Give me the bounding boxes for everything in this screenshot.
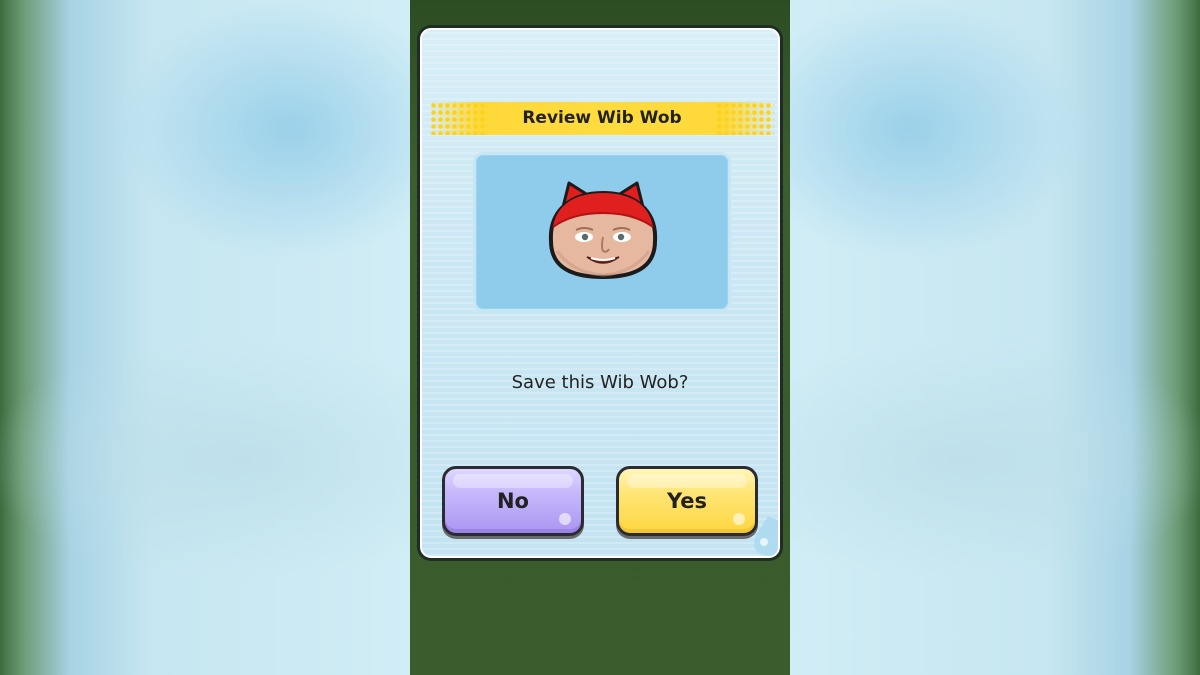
review-dialog-panel: Review Wib Wob Save this Wib Wob? No Yes (420, 28, 780, 558)
review-dialog: Review Wib Wob Save this Wib Wob? No Yes (417, 25, 783, 561)
wib-wob-face-icon (543, 181, 663, 281)
button-shine (559, 513, 571, 525)
save-question: Save this Wib Wob? (511, 372, 689, 393)
button-shine (733, 513, 745, 525)
button-gloss (453, 474, 573, 488)
blurred-background-left (0, 0, 410, 675)
wib-wob-preview (473, 152, 731, 312)
button-gloss (627, 474, 747, 488)
no-button-label: No (496, 489, 529, 513)
dialog-title-bar: Review Wib Wob (430, 102, 774, 135)
game-screen: Review Wib Wob Save this Wib Wob? No Yes (410, 0, 790, 675)
yes-button-label: Yes (666, 489, 708, 513)
yes-button[interactable]: Yes (616, 466, 758, 536)
no-button[interactable]: No (442, 466, 584, 536)
water-drop-icon (746, 512, 778, 556)
blurred-background-right (790, 0, 1200, 675)
dialog-title: Review Wib Wob (522, 108, 682, 128)
